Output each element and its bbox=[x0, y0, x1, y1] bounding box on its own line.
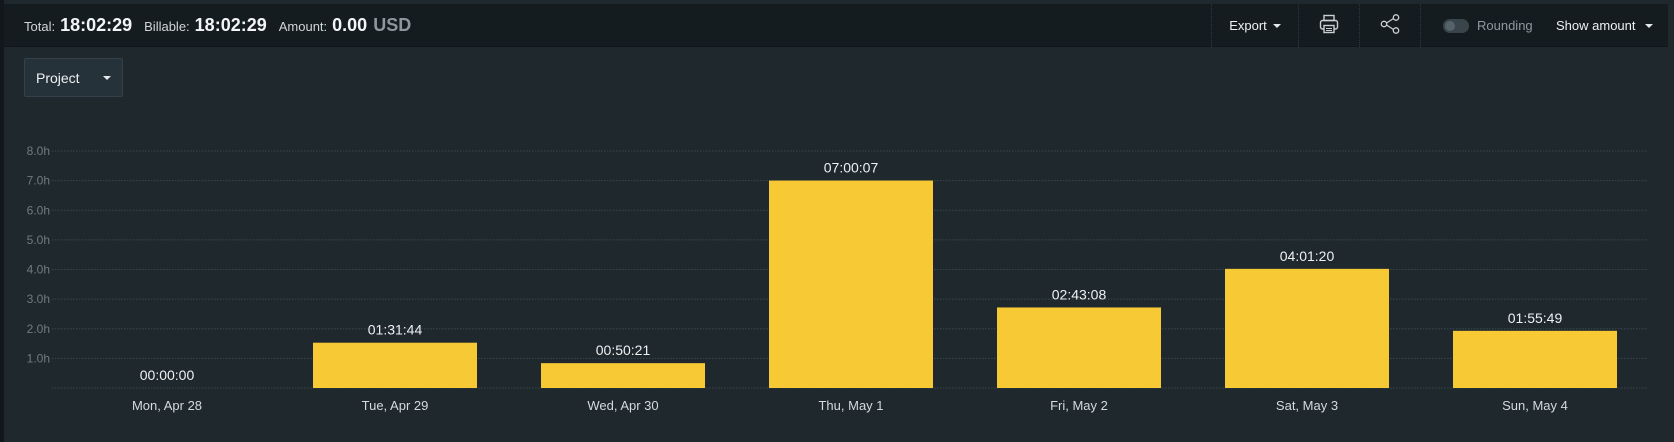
y-tick-label: 1.0h bbox=[27, 351, 50, 365]
x-tick-label: Sat, May 3 bbox=[1276, 398, 1338, 413]
bar-value-label: 00:50:21 bbox=[596, 342, 651, 358]
bar-value-label: 00:00:00 bbox=[140, 367, 195, 383]
y-tick-label: 6.0h bbox=[27, 203, 50, 217]
y-tick-label: 4.0h bbox=[27, 263, 50, 277]
bar-value-label: 07:00:07 bbox=[824, 160, 879, 176]
x-tick-label: Sun, May 4 bbox=[1502, 398, 1568, 413]
bar bbox=[313, 342, 477, 388]
bar bbox=[1453, 330, 1617, 388]
y-tick-label: 3.0h bbox=[27, 292, 50, 306]
x-tick-label: Thu, May 1 bbox=[818, 398, 883, 413]
bar-value-label: 01:31:44 bbox=[368, 322, 423, 338]
bar-value-label: 04:01:20 bbox=[1280, 248, 1335, 264]
bar-value-label: 02:43:08 bbox=[1052, 286, 1107, 302]
y-tick-label: 5.0h bbox=[27, 233, 50, 247]
bar bbox=[769, 180, 933, 388]
daily-bar-chart: 1.0h 2.0h 3.0h 4.0h 5.0h 6.0h 7.0h 8.0h 00:00:00… bbox=[27, 144, 1648, 413]
bar bbox=[541, 363, 705, 388]
y-tick-label: 8.0h bbox=[27, 144, 50, 158]
x-tick-label: Tue, Apr 29 bbox=[362, 398, 429, 413]
bar bbox=[1225, 268, 1389, 388]
bar-value-label: 01:55:49 bbox=[1508, 310, 1563, 326]
reports-window: Total: 18:02:29 Billable: 18:02:29 Amoun… bbox=[0, 0, 1674, 442]
x-tick-label: Mon, Apr 28 bbox=[132, 398, 202, 413]
bar bbox=[997, 307, 1161, 388]
x-tick-label: Wed, Apr 30 bbox=[587, 398, 658, 413]
y-tick-label: 2.0h bbox=[27, 322, 50, 336]
y-tick-label: 7.0h bbox=[27, 174, 50, 188]
x-tick-label: Fri, May 2 bbox=[1050, 398, 1108, 413]
